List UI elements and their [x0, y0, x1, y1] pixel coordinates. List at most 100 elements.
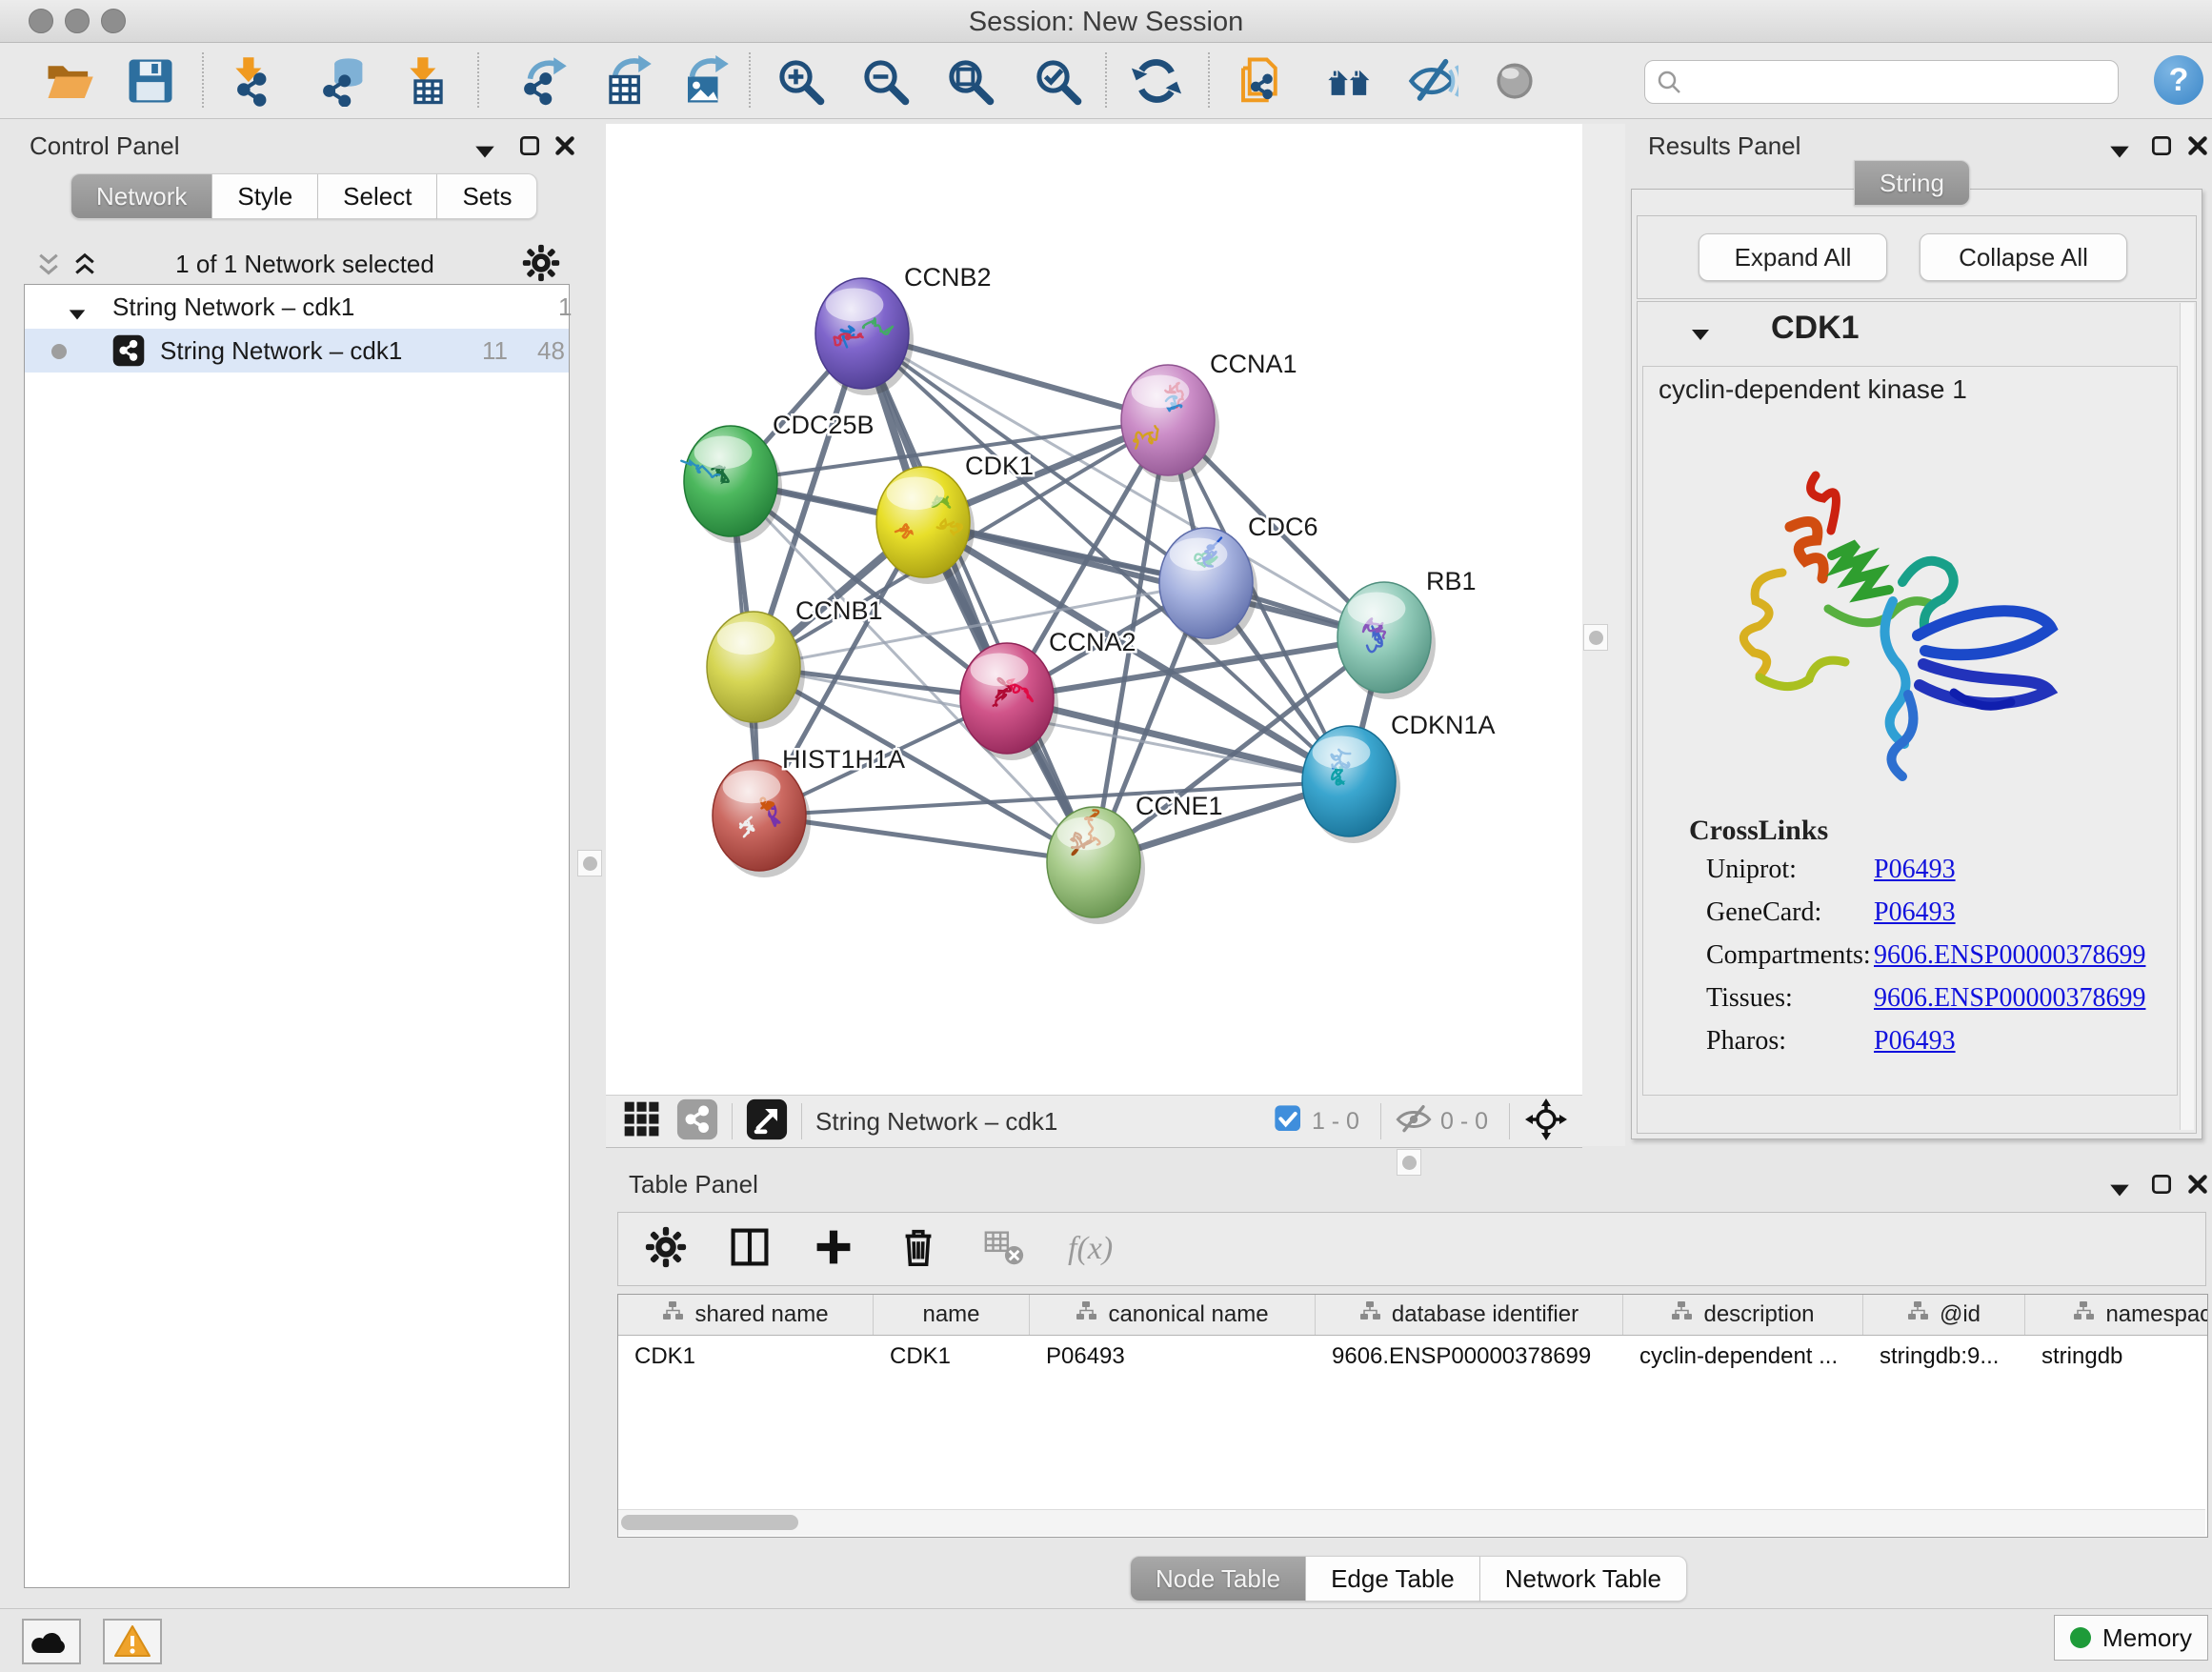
show-columns-icon[interactable]	[729, 1226, 771, 1273]
table-settings-gear-icon[interactable]	[645, 1226, 687, 1273]
table-row[interactable]: CDK1CDK1P064939606.ENSP00000378699cyclin…	[618, 1336, 2207, 1378]
search-input[interactable]	[1644, 60, 2119, 104]
control-panel-close-icon[interactable]	[553, 133, 577, 163]
results-scrollbar[interactable]	[2180, 303, 2194, 1130]
network-node-ccna2[interactable]	[960, 643, 1058, 760]
table-cell[interactable]: stringdb:9...	[1863, 1336, 2025, 1378]
control-panel-float-icon[interactable]	[517, 133, 542, 163]
eye-gray-icon[interactable]	[1489, 55, 1540, 107]
clone-network-icon[interactable]	[1235, 55, 1286, 107]
zoom-out-icon[interactable]	[859, 55, 911, 107]
zoom-in-icon[interactable]	[774, 55, 826, 107]
table-panel-close-icon[interactable]	[2185, 1172, 2210, 1201]
tab-network[interactable]: Network	[70, 173, 212, 219]
horizontal-splitter-handle[interactable]	[1397, 1149, 1421, 1176]
node-label-ccnb2: CCNB2	[904, 263, 992, 292]
column-header-description[interactable]: description	[1623, 1295, 1863, 1335]
expand-all-networks-icon[interactable]	[70, 252, 99, 285]
tab-network-table[interactable]: Network Table	[1480, 1556, 1687, 1601]
crosslink-value[interactable]: P06493	[1874, 1026, 1956, 1057]
tab-string[interactable]: String	[1854, 160, 1970, 206]
network-options-gear-icon[interactable]	[522, 244, 560, 287]
crosslink-label: Pharos:	[1706, 1026, 1786, 1056]
selected-checkbox-icon[interactable]	[1274, 1104, 1304, 1139]
network-edge[interactable]	[862, 333, 1094, 862]
results-panel-menu-icon[interactable]	[2107, 139, 2132, 169]
cloud-button[interactable]	[22, 1619, 81, 1664]
table-hscrollbar-thumb[interactable]	[621, 1515, 798, 1530]
table-hscrollbar[interactable]	[618, 1509, 2205, 1536]
birdseye-grid-icon[interactable]	[621, 1098, 663, 1145]
crosslink-value[interactable]: P06493	[1874, 897, 1956, 928]
tab-sets[interactable]: Sets	[437, 173, 537, 219]
export-table-icon[interactable]	[602, 55, 654, 107]
import-database-icon[interactable]	[316, 55, 368, 107]
table-cell[interactable]: stringdb	[2025, 1336, 2208, 1378]
tab-edge-table[interactable]: Edge Table	[1306, 1556, 1480, 1601]
cdk1-collapse-icon[interactable]	[1689, 323, 1712, 351]
results-panel-close-icon[interactable]	[2185, 133, 2210, 163]
memory-button[interactable]: Memory	[2054, 1615, 2208, 1661]
table-panel-menu-icon[interactable]	[2107, 1178, 2132, 1207]
zoom-fit-icon[interactable]	[944, 55, 995, 107]
export-network-icon[interactable]	[517, 55, 569, 107]
table-cell[interactable]: CDK1	[618, 1336, 874, 1378]
add-column-icon[interactable]	[813, 1226, 855, 1273]
save-icon[interactable]	[125, 55, 176, 107]
column-header-database-identifier[interactable]: database identifier	[1316, 1295, 1623, 1335]
network-collection-label: String Network – cdk1	[112, 285, 354, 329]
network-node-ccnb2[interactable]	[815, 278, 914, 395]
network-node-ccna1[interactable]	[1121, 365, 1219, 482]
collapse-all-networks-icon[interactable]	[34, 252, 63, 285]
network-node-ccnb1[interactable]	[707, 612, 805, 729]
network-node-cdk1[interactable]	[876, 467, 975, 584]
warning-button[interactable]	[103, 1619, 162, 1664]
network-node-rb1[interactable]	[1337, 582, 1436, 699]
expand-all-button[interactable]: Expand All	[1699, 233, 1887, 281]
hide-show-icon[interactable]	[1407, 55, 1458, 107]
tab-node-table[interactable]: Node Table	[1130, 1556, 1306, 1601]
results-panel-float-icon[interactable]	[2149, 133, 2174, 163]
column-header--id[interactable]: @id	[1863, 1295, 2025, 1335]
crosslink-value[interactable]: P06493	[1874, 855, 1956, 885]
refresh-icon[interactable]	[1131, 55, 1182, 107]
table-cell[interactable]: CDK1	[874, 1336, 1030, 1378]
network-node-cdc6[interactable]	[1159, 528, 1257, 645]
column-header-name[interactable]: name	[874, 1295, 1030, 1335]
network-tree-row[interactable]: String Network – cdk1 1	[25, 285, 569, 329]
column-header-namespace[interactable]: namespace	[2025, 1295, 2208, 1335]
help-button[interactable]: ?	[2154, 55, 2203, 105]
hidden-eye-icon[interactable]	[1395, 1100, 1433, 1143]
network-tree-row[interactable]: String Network – cdk1 11 48	[25, 329, 569, 373]
import-network-icon[interactable]	[224, 55, 275, 107]
network-canvas[interactable]: CCNB2CCNA1CDC25BCDK1CDC6RB1CCNB1CCNA2CDK…	[606, 124, 1582, 1095]
collapse-all-button[interactable]: Collapse All	[1920, 233, 2127, 281]
node-table[interactable]: shared namenamecanonical namedatabase id…	[617, 1294, 2208, 1538]
network-node-cdkn1a[interactable]	[1302, 726, 1400, 843]
open-folder-icon[interactable]	[44, 55, 95, 107]
network-node-hist1h1a[interactable]	[713, 760, 811, 877]
table-panel-float-icon[interactable]	[2149, 1172, 2174, 1201]
open-in-window-icon[interactable]	[746, 1098, 788, 1145]
import-table-icon[interactable]	[398, 55, 450, 107]
crosslink-value[interactable]: 9606.ENSP00000378699	[1874, 940, 2145, 971]
left-splitter-handle[interactable]	[577, 850, 602, 876]
crosslink-value[interactable]: 9606.ENSP00000378699	[1874, 983, 2145, 1014]
tab-select[interactable]: Select	[318, 173, 437, 219]
column-header-shared-name[interactable]: shared name	[618, 1295, 874, 1335]
control-panel-menu-icon[interactable]	[473, 139, 497, 169]
home-icon[interactable]	[1324, 55, 1376, 107]
tab-style[interactable]: Style	[212, 173, 318, 219]
zoom-selected-icon[interactable]	[1032, 55, 1083, 107]
fit-selected-crosshair-icon[interactable]	[1523, 1097, 1569, 1147]
table-cell[interactable]: P06493	[1030, 1336, 1316, 1378]
table-cell[interactable]: 9606.ENSP00000378699	[1316, 1336, 1623, 1378]
delete-column-icon[interactable]	[896, 1225, 940, 1274]
column-header-canonical-name[interactable]: canonical name	[1030, 1295, 1316, 1335]
table-cell[interactable]: cyclin-dependent ...	[1623, 1336, 1863, 1378]
export-image-icon[interactable]	[679, 55, 731, 107]
right-splitter-handle[interactable]	[1583, 624, 1608, 651]
network-node-ccne1[interactable]	[1047, 807, 1145, 924]
crosslink-row: Compartments: 9606.ENSP00000378699	[1706, 940, 2163, 971]
memory-label: Memory	[2102, 1623, 2192, 1653]
